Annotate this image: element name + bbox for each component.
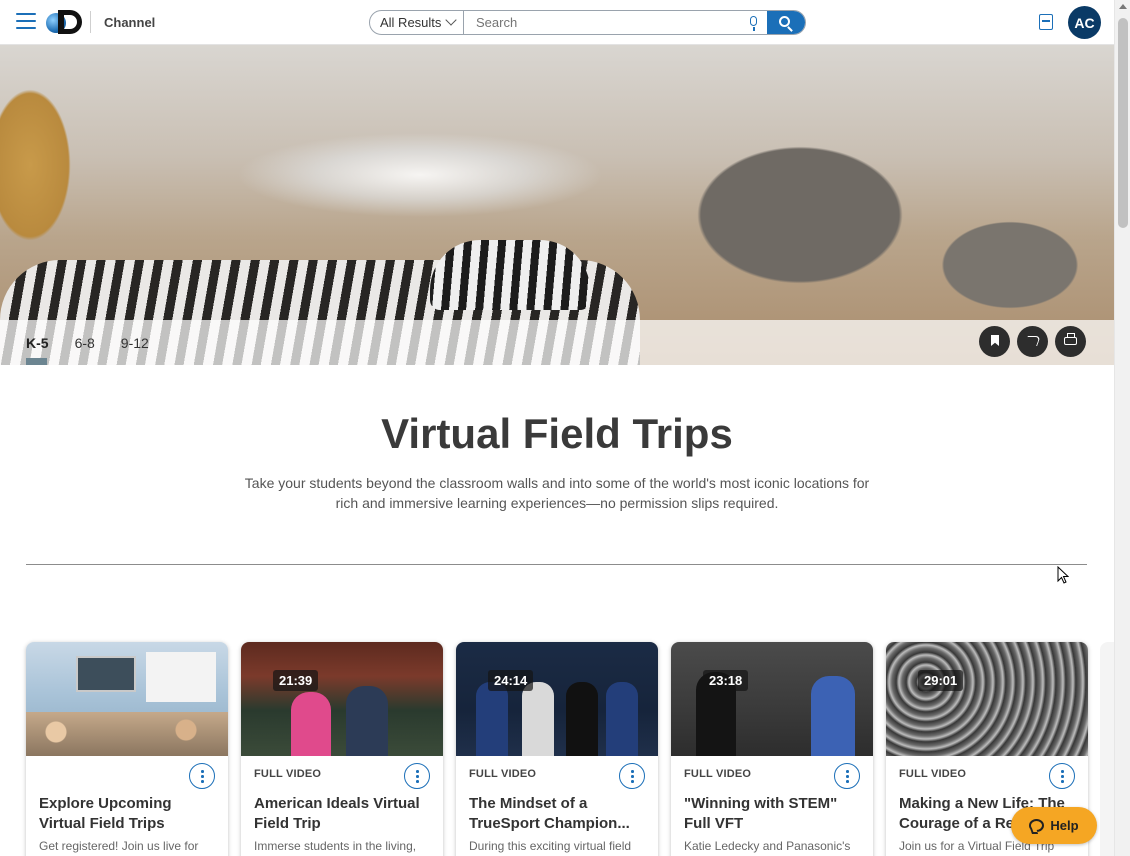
more-options-icon[interactable]	[834, 763, 860, 789]
more-options-icon[interactable]	[189, 763, 215, 789]
more-options-icon[interactable]	[619, 763, 645, 789]
video-card[interactable]: 24:14 FULL VIDEO The Mindset of a TrueSp…	[456, 642, 658, 856]
card-description: During this exciting virtual field	[469, 839, 632, 853]
discovery-logo[interactable]	[46, 9, 84, 35]
video-card[interactable]: 23:18 FULL VIDEO "Winning with STEM" Ful…	[671, 642, 873, 856]
card-thumbnail[interactable]: 29:01	[886, 642, 1088, 756]
scroll-up-arrow-icon[interactable]	[1119, 4, 1127, 9]
card-title[interactable]: Explore Upcoming Virtual Field Trips	[39, 794, 219, 834]
more-options-icon[interactable]	[404, 763, 430, 789]
hero-actions	[979, 326, 1086, 357]
more-options-icon[interactable]	[1049, 763, 1075, 789]
page: Channel All Results AC K-5 6-8 9-12 Virt…	[0, 0, 1130, 856]
tab-k-5[interactable]: K-5	[26, 335, 49, 365]
card-thumbnail[interactable]: 24:14	[456, 642, 658, 756]
card-title[interactable]: "Winning with STEM" Full VFT	[684, 794, 864, 834]
duration-badge: 29:01	[918, 670, 964, 691]
header-divider	[90, 11, 91, 33]
card-type: FULL VIDEO	[469, 768, 537, 780]
avatar[interactable]: AC	[1068, 6, 1101, 39]
print-icon	[1064, 333, 1077, 345]
print-button[interactable]	[1055, 326, 1086, 357]
next-card-peek	[1100, 642, 1114, 856]
tab-6-8[interactable]: 6-8	[75, 335, 95, 359]
help-label: Help	[1050, 818, 1079, 833]
search-input[interactable]	[464, 11, 741, 34]
card-description: Katie Ledecky and Panasonic's	[684, 839, 851, 853]
search-button[interactable]	[767, 11, 805, 34]
top-header: Channel All Results AC	[0, 0, 1114, 45]
page-description: Take your students beyond the classroom …	[244, 475, 870, 511]
card-description: Get registered! Join us live for	[39, 839, 199, 853]
duration-badge: 21:39	[273, 670, 319, 691]
card-thumbnail[interactable]: 21:39	[241, 642, 443, 756]
share-icon	[1024, 336, 1041, 346]
bookmark-icon	[991, 335, 999, 346]
scrollbar-thumb[interactable]	[1118, 18, 1128, 228]
bookmark-button[interactable]	[979, 326, 1010, 357]
card-title[interactable]: The Mindset of a TrueSport Champion...	[469, 794, 649, 834]
card-type: FULL VIDEO	[254, 768, 322, 780]
card-description: Immerse students in the living,	[254, 839, 417, 853]
card-thumbnail[interactable]	[26, 642, 228, 756]
card-thumbnail[interactable]: 23:18	[671, 642, 873, 756]
hero-banner	[0, 45, 1114, 365]
help-button[interactable]: Help	[1011, 807, 1097, 844]
page-scrollbar[interactable]	[1114, 0, 1130, 856]
tab-9-12[interactable]: 9-12	[121, 335, 149, 359]
search-scope-label: All Results	[380, 15, 442, 30]
microphone-icon[interactable]	[741, 11, 767, 34]
chat-bubble-icon	[1029, 819, 1045, 832]
chevron-down-icon	[445, 14, 457, 26]
card-title[interactable]: American Ideals Virtual Field Trip	[254, 794, 434, 834]
section-divider	[26, 564, 1087, 565]
duration-badge: 23:18	[703, 670, 749, 691]
video-card[interactable]: 21:39 FULL VIDEO American Ideals Virtual…	[241, 642, 443, 856]
sign-out-icon[interactable]	[1039, 14, 1053, 30]
page-title: Virtual Field Trips	[381, 410, 733, 457]
card-type: FULL VIDEO	[899, 768, 967, 780]
duration-badge: 24:14	[488, 670, 534, 691]
share-button[interactable]	[1017, 326, 1048, 357]
channel-label: Channel	[104, 15, 156, 30]
grade-tabs: K-5 6-8 9-12	[26, 335, 175, 365]
video-card[interactable]: Explore Upcoming Virtual Field Trips Get…	[26, 642, 228, 856]
hamburger-menu-icon[interactable]	[16, 13, 36, 31]
search-bar: All Results	[369, 10, 806, 35]
mouse-cursor-icon	[1057, 566, 1069, 584]
card-type: FULL VIDEO	[684, 768, 752, 780]
search-scope-dropdown[interactable]: All Results	[370, 11, 464, 34]
